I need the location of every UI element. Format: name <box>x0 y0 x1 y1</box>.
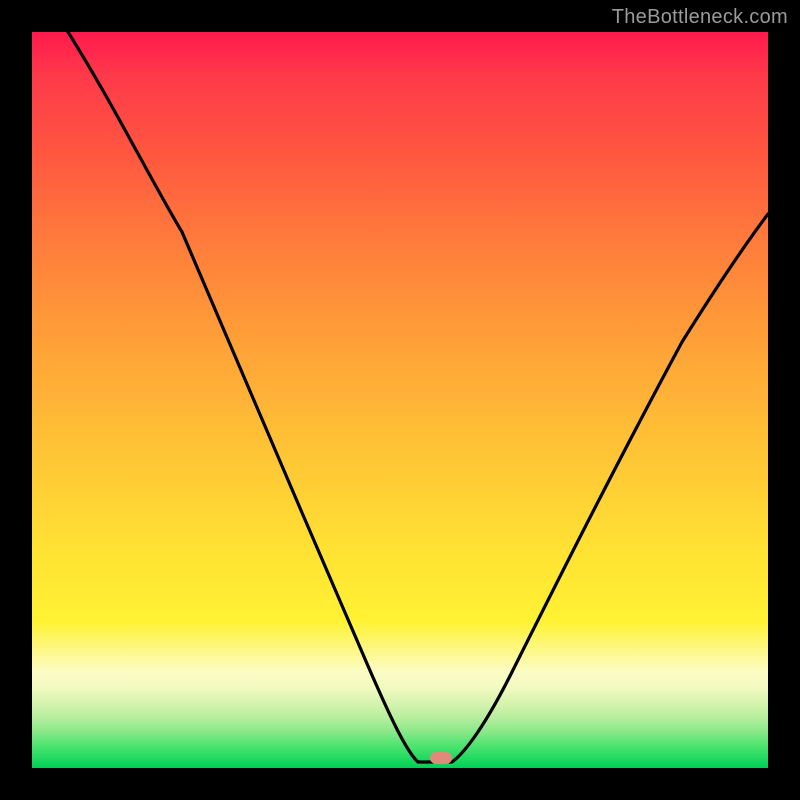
chart-frame: TheBottleneck.com <box>0 0 800 800</box>
watermark-label: TheBottleneck.com <box>612 6 788 29</box>
curve-path <box>68 32 768 762</box>
plot-area <box>32 32 768 768</box>
optimal-marker <box>430 752 452 764</box>
bottleneck-curve <box>32 32 768 768</box>
